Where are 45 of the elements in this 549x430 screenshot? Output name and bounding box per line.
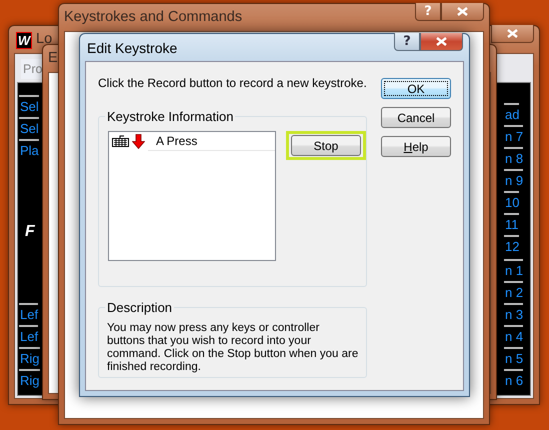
panel-item[interactable]: n 9: [504, 169, 524, 191]
group-label: Keystroke Information: [105, 109, 236, 124]
panel-item[interactable]: Sel: [19, 117, 39, 139]
panel-item[interactable]: n 1: [504, 259, 524, 281]
app-logo: W: [16, 32, 32, 49]
stop-button[interactable]: Stop: [291, 135, 361, 156]
window-title: E: [48, 50, 58, 66]
window-title: Keystrokes and Commands: [64, 9, 242, 25]
panel-item[interactable]: Sel: [19, 95, 39, 117]
close-icon: [457, 7, 468, 16]
dialog-button[interactable]: OK: [381, 78, 451, 99]
panel-item[interactable]: n 2: [504, 281, 524, 303]
panel-item[interactable]: 10: [504, 191, 520, 213]
panel-item[interactable]: n 5: [504, 347, 524, 369]
close-icon: [436, 37, 447, 46]
panel-item[interactable]: n 3: [504, 303, 524, 325]
panel-item[interactable]: n 4: [504, 325, 524, 347]
description-text: You may now press any keys or controller buttons that you wish to record into your command. Click on the Stop button when you are finished recording.: [107, 322, 360, 374]
dialog-button[interactable]: Cancel: [381, 107, 451, 128]
panel-item[interactable]: n 6: [504, 369, 524, 391]
panel-item[interactable]: n 7: [504, 125, 524, 147]
keystroke-entry[interactable]: A Press: [148, 132, 275, 150]
panel-item[interactable]: n 8: [504, 147, 524, 169]
window-title: Lo: [36, 31, 52, 47]
panel-item[interactable]: Rig: [19, 369, 40, 391]
close-button[interactable]: [420, 33, 463, 51]
instruction-text: Click the Record button to record a new keystroke.: [98, 76, 367, 90]
close-button[interactable]: [441, 3, 484, 21]
keystroke-list[interactable]: A Press: [108, 131, 276, 261]
dialog-button[interactable]: Help: [381, 136, 451, 157]
close-icon: [507, 29, 518, 38]
panel-item[interactable]: ad: [504, 103, 520, 125]
down-arrow-icon: [132, 134, 145, 148]
panel-item[interactable]: Rig: [19, 347, 40, 369]
group-label: Description: [105, 300, 174, 315]
panel-item[interactable]: Lef: [19, 303, 38, 325]
dialog-title: Edit Keystroke: [87, 40, 178, 56]
panel-item[interactable]: Pla: [19, 139, 39, 161]
keyboard-icon: [112, 135, 129, 147]
panel-item[interactable]: 12: [504, 235, 520, 257]
close-button[interactable]: [491, 25, 534, 43]
panel-item[interactable]: Lef: [19, 325, 38, 347]
panel-item[interactable]: 11: [504, 213, 518, 235]
help-button[interactable]: ?: [394, 33, 420, 51]
panel-label: F: [25, 223, 35, 241]
